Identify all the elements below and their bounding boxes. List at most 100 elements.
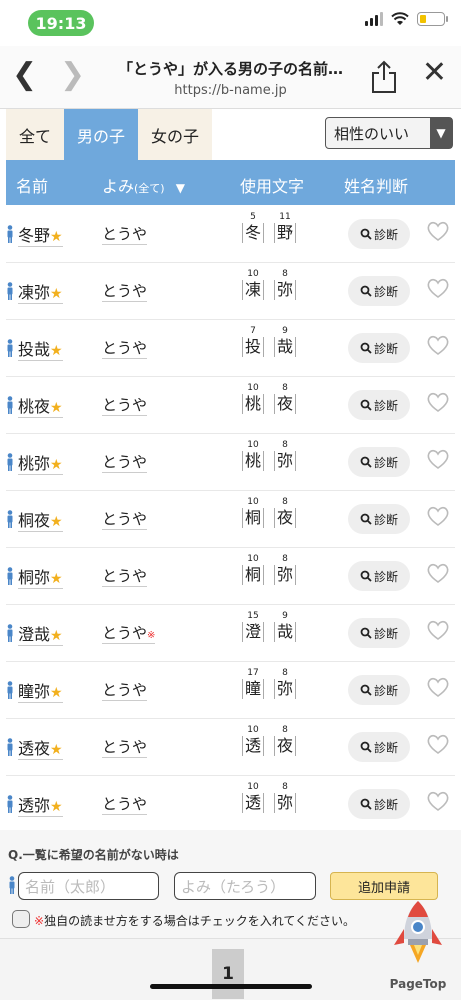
header-yomi[interactable]: よみ(全て) ▼ — [102, 173, 185, 197]
heart-icon[interactable] — [426, 562, 450, 584]
heart-icon[interactable] — [426, 676, 450, 698]
char-2-strokes: 8 — [282, 725, 288, 735]
page-current[interactable]: 1 — [212, 949, 244, 999]
char-2-kanji: 弥 — [274, 679, 296, 699]
name-input[interactable]: 名前（太郎） — [18, 872, 159, 900]
tab-all[interactable]: 全て — [6, 109, 64, 161]
row-name-text: 桐弥 — [18, 568, 51, 587]
row-name-text: 凍弥 — [18, 283, 51, 302]
row-yomi: とうや — [102, 508, 148, 530]
char-1: 10 透 — [242, 725, 264, 756]
char-1: 5冬 — [242, 212, 264, 243]
yomi-input[interactable]: よみ（たろう） — [174, 872, 316, 900]
diagnose-button[interactable]: 診断 — [348, 675, 410, 705]
heart-icon[interactable] — [426, 334, 450, 356]
heart-icon[interactable] — [426, 448, 450, 470]
tab-boys[interactable]: 男の子 — [64, 109, 138, 161]
row-yomi: とうや — [102, 736, 148, 758]
heart-icon[interactable] — [426, 619, 450, 641]
sort-select[interactable]: 相性のいい ▼ — [325, 117, 453, 149]
char-2: 9哉 — [274, 326, 296, 357]
diagnose-label: 診断 — [373, 341, 398, 356]
row-name[interactable]: 桃弥★ — [18, 450, 63, 475]
row-name[interactable]: 凍弥★ — [18, 279, 63, 304]
table-row: 透弥★ とうや 10 透 8弥 診断 — [6, 775, 455, 833]
star-icon: ★ — [50, 343, 63, 359]
diagnose-button[interactable]: 診断 — [348, 390, 410, 420]
heart-icon[interactable] — [426, 220, 450, 242]
row-name[interactable]: 桃夜★ — [18, 393, 63, 418]
diagnose-button[interactable]: 診断 — [348, 447, 410, 477]
row-name[interactable]: 透夜★ — [18, 735, 63, 760]
row-yomi-text: とうや — [102, 681, 148, 699]
row-yomi-text: とうや — [102, 624, 148, 642]
char-2-kanji: 野 — [274, 223, 296, 243]
row-name-text: 冬野 — [18, 226, 51, 245]
forward-icon[interactable]: ❯ — [60, 60, 85, 90]
diagnose-button[interactable]: 診断 — [348, 618, 410, 648]
address-area[interactable]: 「とうや」が入る男の子の名前… https://b-name.jp — [100, 58, 361, 98]
diagnose-button[interactable]: 診断 — [348, 561, 410, 591]
diagnose-button[interactable]: 診断 — [348, 732, 410, 762]
share-icon[interactable] — [369, 60, 399, 94]
diagnose-label: 診断 — [373, 626, 398, 641]
table-row: 澄哉★ とうや※ 15 澄 9哉 診断 — [6, 604, 455, 662]
custom-reading-text: 独自の読ませ方をする場合はチェックを入れてください。 — [44, 914, 355, 928]
row-name-text: 澄哉 — [18, 625, 51, 644]
tab-girls[interactable]: 女の子 — [138, 109, 212, 161]
heart-icon[interactable] — [426, 277, 450, 299]
custom-reading-mark: ※ — [34, 914, 45, 928]
chevron-down-icon: ▼ — [430, 118, 452, 148]
char-2-kanji: 夜 — [274, 508, 296, 528]
search-icon — [360, 684, 372, 696]
custom-reading-checkbox[interactable] — [12, 910, 30, 928]
search-icon — [360, 513, 372, 525]
diagnose-label: 診断 — [373, 398, 398, 413]
sort-select-value: 相性のいい — [334, 124, 410, 143]
char-2: 8弥 — [274, 269, 296, 300]
star-icon: ★ — [50, 400, 63, 416]
char-2-kanji: 弥 — [274, 565, 296, 585]
back-icon[interactable]: ❮ — [12, 60, 37, 90]
heart-icon[interactable] — [426, 505, 450, 527]
add-request-button[interactable]: 追加申請 — [330, 872, 438, 900]
search-icon — [360, 228, 372, 240]
char-2-kanji: 弥 — [274, 280, 296, 300]
heart-icon[interactable] — [426, 790, 450, 812]
row-name[interactable]: 桐夜★ — [18, 507, 63, 532]
char-1-kanji: 桐 — [242, 565, 264, 585]
char-1: 10 凍 — [242, 269, 264, 300]
diagnose-button[interactable]: 診断 — [348, 504, 410, 534]
row-name[interactable]: 冬野★ — [18, 222, 63, 247]
boy-person-icon — [7, 225, 13, 243]
char-1-strokes: 10 — [247, 725, 259, 735]
row-name-text: 桃弥 — [18, 454, 51, 473]
table-row: 瞳弥★ とうや 17 瞳 8弥 診断 — [6, 661, 455, 719]
page-top-button[interactable]: PageTop — [380, 899, 456, 995]
diagnose-button[interactable]: 診断 — [348, 333, 410, 363]
char-2: 11 野 — [274, 212, 296, 243]
char-1: 17 瞳 — [242, 668, 264, 699]
char-1: 10 透 — [242, 782, 264, 813]
page-top-label: PageTop — [389, 977, 447, 991]
heart-icon[interactable] — [426, 733, 450, 755]
row-name[interactable]: 瞳弥★ — [18, 678, 63, 703]
table-row: 桃夜★ とうや 10 桃 8夜 診断 — [6, 376, 455, 434]
close-icon[interactable]: ✕ — [422, 58, 447, 88]
row-name[interactable]: 透弥★ — [18, 792, 63, 817]
star-icon: ★ — [50, 685, 63, 701]
char-2: 8弥 — [274, 668, 296, 699]
header-chars: 使用文字 — [240, 177, 305, 196]
row-name[interactable]: 投哉★ — [18, 336, 63, 361]
row-name[interactable]: 桐弥★ — [18, 564, 63, 589]
table-row: 桃弥★ とうや 10 桃 8弥 診断 — [6, 433, 455, 491]
search-icon — [360, 456, 372, 468]
char-1: 10 桐 — [242, 497, 264, 528]
heart-icon[interactable] — [426, 391, 450, 413]
diagnose-button[interactable]: 診断 — [348, 219, 410, 249]
row-name[interactable]: 澄哉★ — [18, 621, 63, 646]
star-icon: ★ — [50, 457, 63, 473]
char-2-kanji: 弥 — [274, 451, 296, 471]
diagnose-button[interactable]: 診断 — [348, 789, 410, 819]
diagnose-button[interactable]: 診断 — [348, 276, 410, 306]
